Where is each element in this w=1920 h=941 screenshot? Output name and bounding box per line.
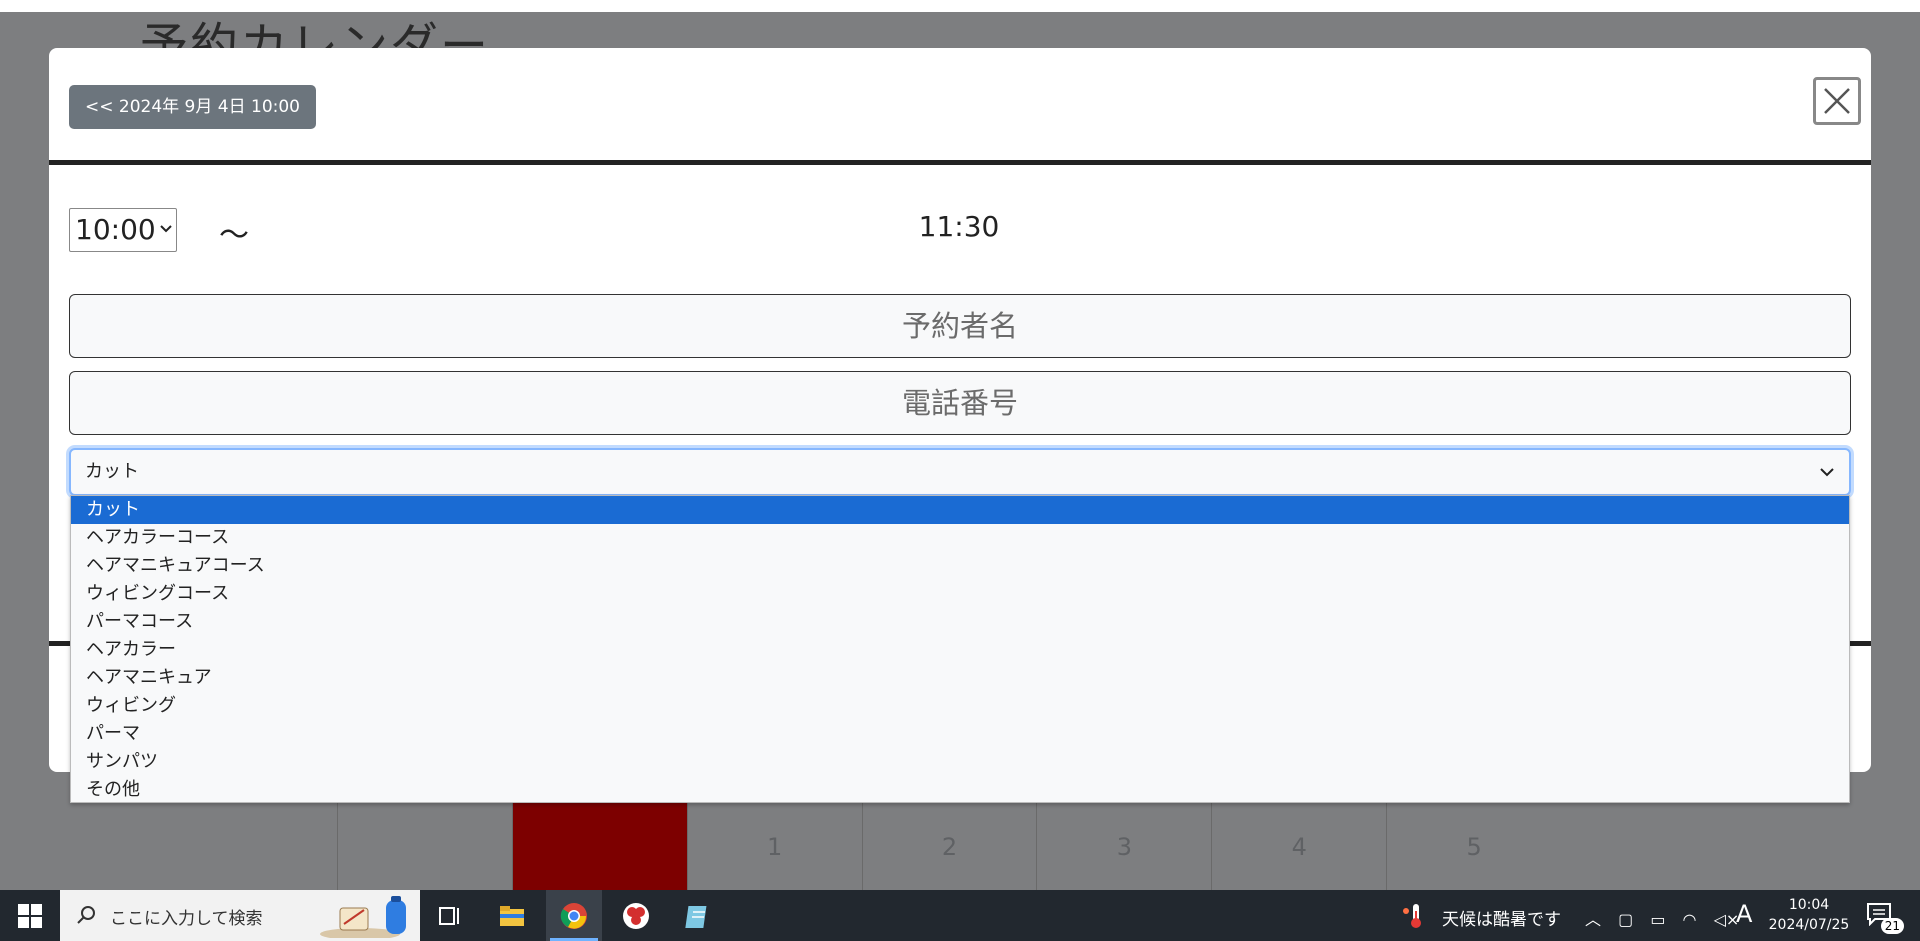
taskbar-search[interactable]: ここに入力して検索 <box>60 890 420 941</box>
menu-option[interactable]: ヘアカラーコース <box>71 524 1849 552</box>
chevron-down-icon <box>1820 468 1834 477</box>
chevron-up-icon[interactable]: ︿ <box>1585 906 1601 930</box>
menu-select-value: カット <box>85 461 139 482</box>
menu-option[interactable]: カット <box>71 496 1849 524</box>
menu-dropdown-list: カット ヘアカラーコース ヘアマニキュアコース ウィビングコース パーマコース … <box>70 495 1850 803</box>
menu-option[interactable]: その他 <box>71 776 1849 804</box>
menu-option[interactable]: パーマコース <box>71 608 1849 636</box>
weather-text: 天候は酷暑です <box>1442 910 1561 930</box>
chrome-icon <box>560 903 587 929</box>
search-icon <box>77 906 95 924</box>
clock-date: 2024/07/25 <box>1768 917 1850 933</box>
close-button[interactable] <box>1813 77 1861 125</box>
menu-option[interactable]: ヘアカラー <box>71 636 1849 664</box>
task-view-icon <box>439 907 459 925</box>
chrome-button[interactable] <box>546 890 602 941</box>
notification-button[interactable]: 21 <box>1866 902 1904 934</box>
red-app-button[interactable] <box>608 890 664 941</box>
calendar-day-number: 3 <box>1116 833 1132 861</box>
name-input[interactable]: 予約者名 <box>69 294 1851 358</box>
phone-input[interactable]: 電話番号 <box>69 371 1851 435</box>
menu-option[interactable]: パーマ <box>71 720 1849 748</box>
taskbar: ここに入力して検索 天候は酷暑です ︿ ▢ ▭ ◠ ◁× A 10:04 202… <box>0 890 1920 941</box>
time-row: 10:00 〜 11:30 <box>69 208 1849 256</box>
wifi-icon[interactable]: ◠ <box>1683 910 1697 929</box>
calendar-day-number: 5 <box>1466 833 1482 861</box>
notification-count: 21 <box>1880 918 1904 934</box>
meet-now-icon[interactable]: ▢ <box>1618 910 1633 929</box>
clock-time: 10:04 <box>1788 897 1830 913</box>
app-red-icon <box>623 903 649 929</box>
menu-option[interactable]: ヘアマニキュアコース <box>71 552 1849 580</box>
menu-option[interactable]: サンパツ <box>71 748 1849 776</box>
battery-icon[interactable]: ▭ <box>1650 910 1665 929</box>
menu-option[interactable]: ヘアマニキュア <box>71 664 1849 692</box>
ime-indicator[interactable]: A <box>1736 900 1752 928</box>
clock[interactable]: 10:04 2024/07/25 <box>1764 895 1854 935</box>
task-view-button[interactable] <box>422 890 478 941</box>
file-explorer-icon <box>500 906 524 926</box>
menu-select[interactable]: カット <box>69 448 1851 496</box>
file-explorer-button[interactable] <box>484 890 540 941</box>
system-tray: ︿ ▢ ▭ ◠ ◁× <box>1585 906 1751 930</box>
thermometer-icon <box>1403 904 1421 928</box>
back-button[interactable]: << 2024年 9月 4日 10:00 <box>69 85 316 129</box>
calendar-day-number: 2 <box>941 833 958 861</box>
notepad-button[interactable] <box>670 890 726 941</box>
menu-option[interactable]: ウィビング <box>71 692 1849 720</box>
end-time: 11:30 <box>918 210 1000 243</box>
close-icon <box>1824 88 1850 114</box>
start-button[interactable] <box>10 902 50 930</box>
search-highlight-icon <box>320 896 406 938</box>
calendar-day-number: 4 <box>1291 833 1307 861</box>
modal-header: << 2024年 9月 4日 10:00 <box>49 48 1871 165</box>
notepad-icon <box>685 906 707 928</box>
calendar-day-number: 1 <box>767 833 783 861</box>
windows-icon <box>18 904 42 928</box>
search-placeholder: ここに入力して検索 <box>110 909 263 929</box>
menu-option[interactable]: ウィビングコース <box>71 580 1849 608</box>
